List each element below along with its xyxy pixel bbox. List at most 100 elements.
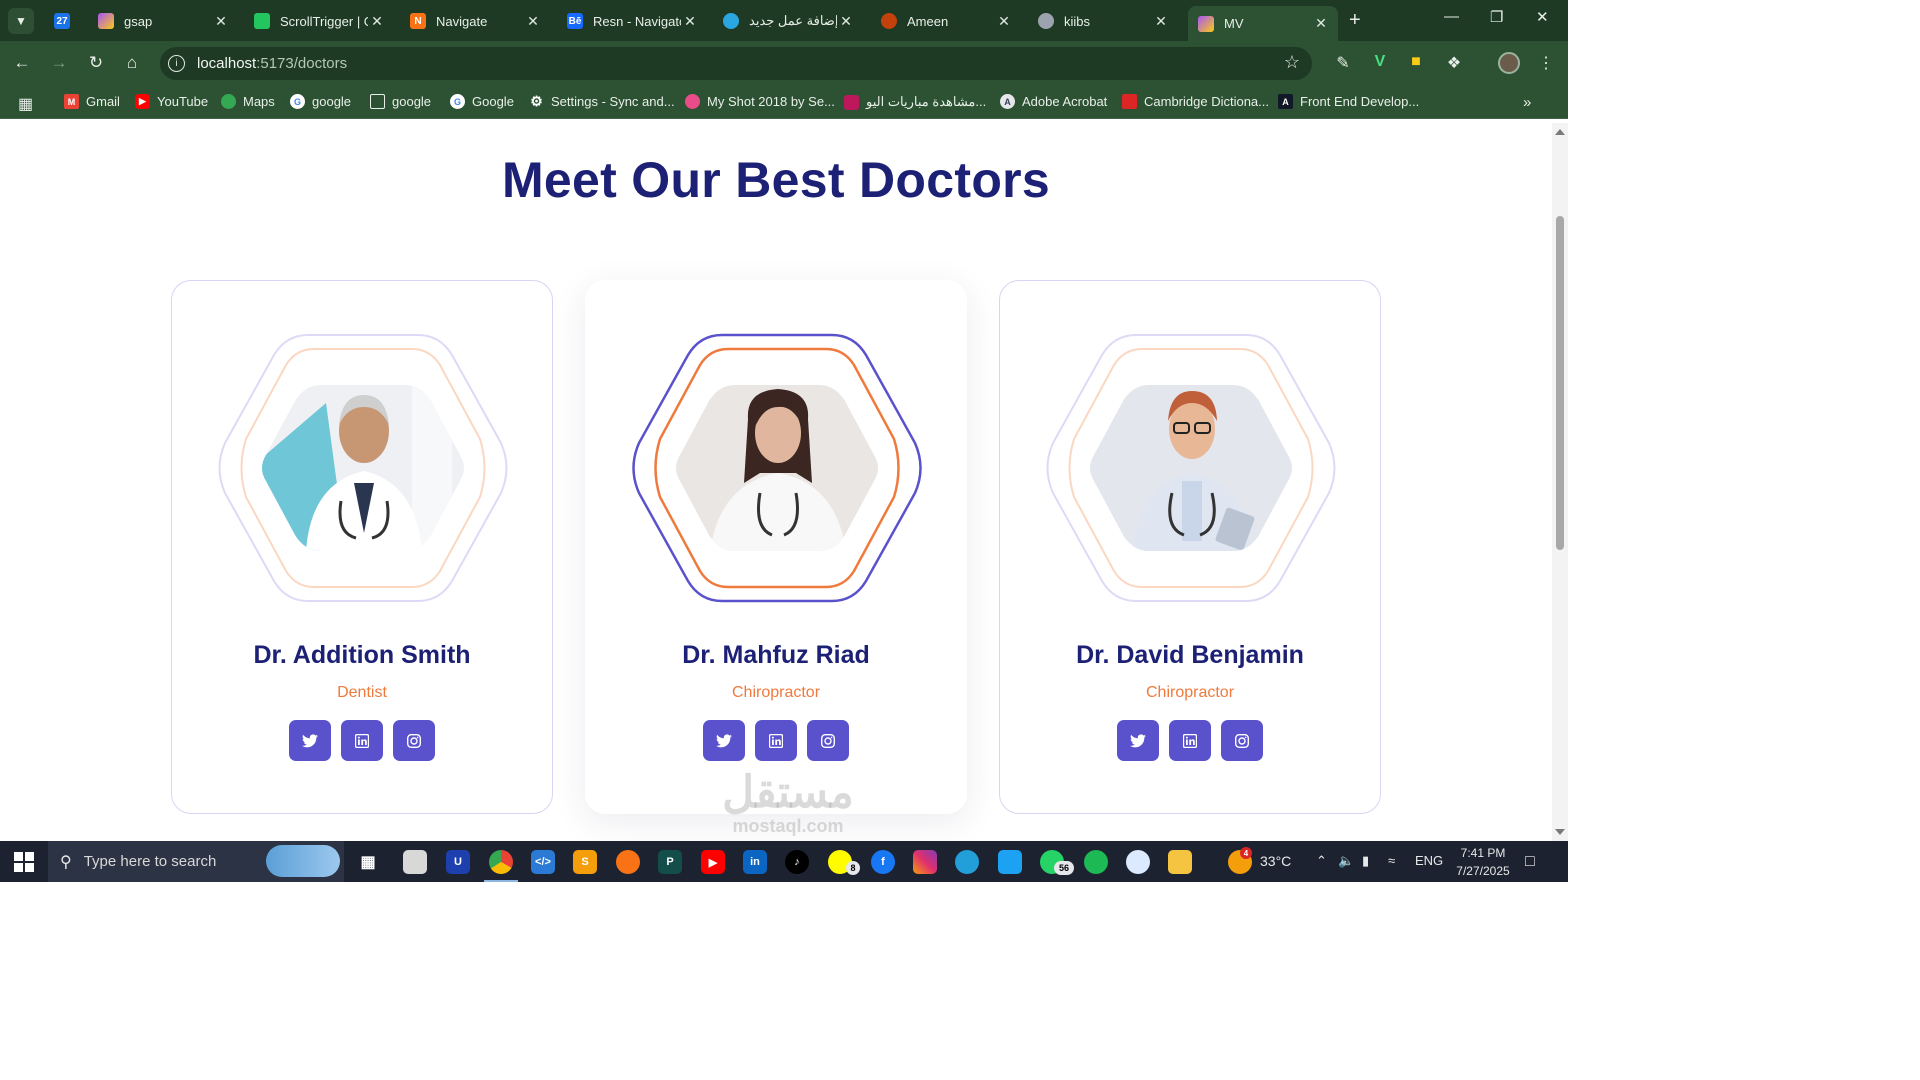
twitter-app-icon[interactable] [998,850,1022,874]
tab-mv[interactable]: MV ✕ [1188,6,1338,41]
instagram-button[interactable] [393,720,435,761]
bookmark-maps[interactable]: Maps [221,94,275,109]
close-icon[interactable]: ✕ [995,13,1013,30]
new-tab-button[interactable]: + [1349,9,1361,32]
bookmark-star-icon[interactable]: ☆ [1284,52,1300,73]
twitter-button[interactable] [703,720,745,761]
volume-icon[interactable]: 🔈 [1338,853,1354,869]
taskbar-search[interactable]: ⚲ Type here to search [48,841,344,882]
restore-icon[interactable]: ❐ [1490,8,1503,26]
bookmark-google[interactable]: Ggoogle [290,94,351,109]
bookmark-dribbble[interactable]: My Shot 2018 by Se... [685,94,835,109]
tab-navigate[interactable]: N Navigate ✕ [400,6,550,36]
defender-icon[interactable]: U [446,850,470,874]
instagram-button[interactable] [1221,720,1263,761]
scroll-down-icon[interactable] [1555,829,1565,835]
bookmark-matches[interactable]: مشاهدة مباريات اليو... [844,94,986,110]
tab-search-button[interactable]: ▼ [8,8,34,34]
bookmark-settings[interactable]: ⚙ Settings - Sync and... [529,93,674,109]
close-icon[interactable]: ✕ [368,13,386,30]
weather-temp[interactable]: 33°C [1260,853,1291,869]
tab-calendar[interactable]: 27 [44,6,84,36]
more-bookmarks-icon[interactable]: » [1523,94,1531,111]
instagram-app-icon[interactable] [913,850,937,874]
wifi-icon[interactable]: ≈ [1388,853,1395,868]
acrobat-icon: A [1000,94,1015,109]
bookmark-frontend[interactable]: A Front End Develop... [1278,94,1419,109]
instagram-button[interactable] [807,720,849,761]
close-icon[interactable]: ✕ [681,13,699,30]
windows-start-icon[interactable] [14,852,34,872]
tab-gsap[interactable]: gsap ✕ [88,6,238,36]
twitter-icon [1130,733,1146,747]
forward-icon[interactable]: → [47,53,71,73]
tab-kiibs[interactable]: kiibs ✕ [1028,6,1178,36]
linkedin-button[interactable] [1169,720,1211,761]
scroll-up-icon[interactable] [1555,129,1565,135]
pen-app-icon[interactable] [616,850,640,874]
home-icon[interactable]: ⌂ [120,53,144,73]
reload-icon[interactable]: ↻ [84,53,108,73]
profile-avatar[interactable] [1498,52,1520,74]
puzzle-icon[interactable]: ❖ [1443,53,1465,73]
paint-icon[interactable] [1126,850,1150,874]
vue-devtools-icon[interactable]: V [1369,53,1391,71]
bookmark-cambridge[interactable]: Cambridge Dictiona... [1122,94,1269,109]
close-icon[interactable]: ✕ [837,13,855,30]
close-icon[interactable]: ✕ [212,13,230,30]
close-icon[interactable]: ✕ [1312,15,1330,32]
tray-chevron-icon[interactable]: ⌃ [1316,853,1327,869]
tab-ameen[interactable]: Ameen ✕ [871,6,1021,36]
vscode-icon[interactable]: </> [531,850,555,874]
weather-badge: 4 [1240,847,1252,859]
scrollbar-thumb[interactable] [1556,216,1564,550]
linkedin-app-icon[interactable]: in [743,850,767,874]
back-icon[interactable]: ← [10,53,34,73]
system-clock[interactable]: 7:41 PM 7/27/2025 [1446,844,1520,880]
bookmark-google-2[interactable]: G Google [450,94,514,109]
google-icon: G [450,94,465,109]
file-explorer-icon[interactable] [1168,850,1192,874]
behance-icon: Bē [567,13,583,29]
bookmark-folder-google[interactable]: google [370,94,431,109]
spotify-icon[interactable] [1084,850,1108,874]
social-links [1000,720,1380,761]
bookmark-acrobat[interactable]: A Adobe Acrobat [1000,94,1107,109]
close-window-icon[interactable]: ✕ [1536,8,1549,26]
extension-icon[interactable]: ■ [1405,53,1427,71]
tab-resn[interactable]: Bē Resn - Navigatc ✕ [557,6,707,36]
tiktok-icon[interactable]: ♪ [785,850,809,874]
battery-icon[interactable]: ▮ [1362,853,1369,869]
bookmark-gmail[interactable]: M Gmail [64,94,120,109]
task-view-icon[interactable]: ▦ [356,850,380,874]
chrome-icon[interactable] [489,850,513,874]
address-bar[interactable]: i localhost:5173/doctors ☆ [160,47,1312,80]
doctor-photo [676,385,878,551]
linkedin-button[interactable] [755,720,797,761]
eyedropper-icon[interactable]: ✎ [1332,53,1354,73]
close-icon[interactable]: ✕ [1152,13,1170,30]
facebook-icon[interactable]: f [871,850,895,874]
minimize-icon[interactable]: — [1444,8,1459,25]
tab-mostaql[interactable]: إضافة عمل جديد ✕ [713,6,863,36]
tab-scrolltrigger[interactable]: ScrollTrigger | G ✕ [244,6,394,36]
apps-grid-icon[interactable]: ▦ [18,94,33,114]
telegram-icon[interactable] [955,850,979,874]
twitter-button[interactable] [1117,720,1159,761]
language-indicator[interactable]: ENG [1415,853,1443,868]
url-text[interactable]: localhost:5173/doctors [197,55,347,72]
mail-icon[interactable] [403,850,427,874]
sublime-icon[interactable]: S [573,850,597,874]
linkedin-button[interactable] [341,720,383,761]
close-icon[interactable]: ✕ [524,13,542,30]
notifications-icon[interactable]: □ [1525,853,1535,871]
pdf-app-icon[interactable]: P [658,850,682,874]
bookmark-youtube[interactable]: ▶ YouTube [135,94,208,109]
page-scrollbar[interactable] [1552,123,1568,841]
twitter-button[interactable] [289,720,331,761]
kebab-menu-icon[interactable]: ⋮ [1535,53,1557,73]
doctor-card: Dr. Mahfuz Riad Chiropractor [585,280,967,814]
site-info-icon[interactable]: i [168,55,185,72]
youtube-app-icon[interactable]: ▶ [701,850,725,874]
youtube-icon: ▶ [135,94,150,109]
